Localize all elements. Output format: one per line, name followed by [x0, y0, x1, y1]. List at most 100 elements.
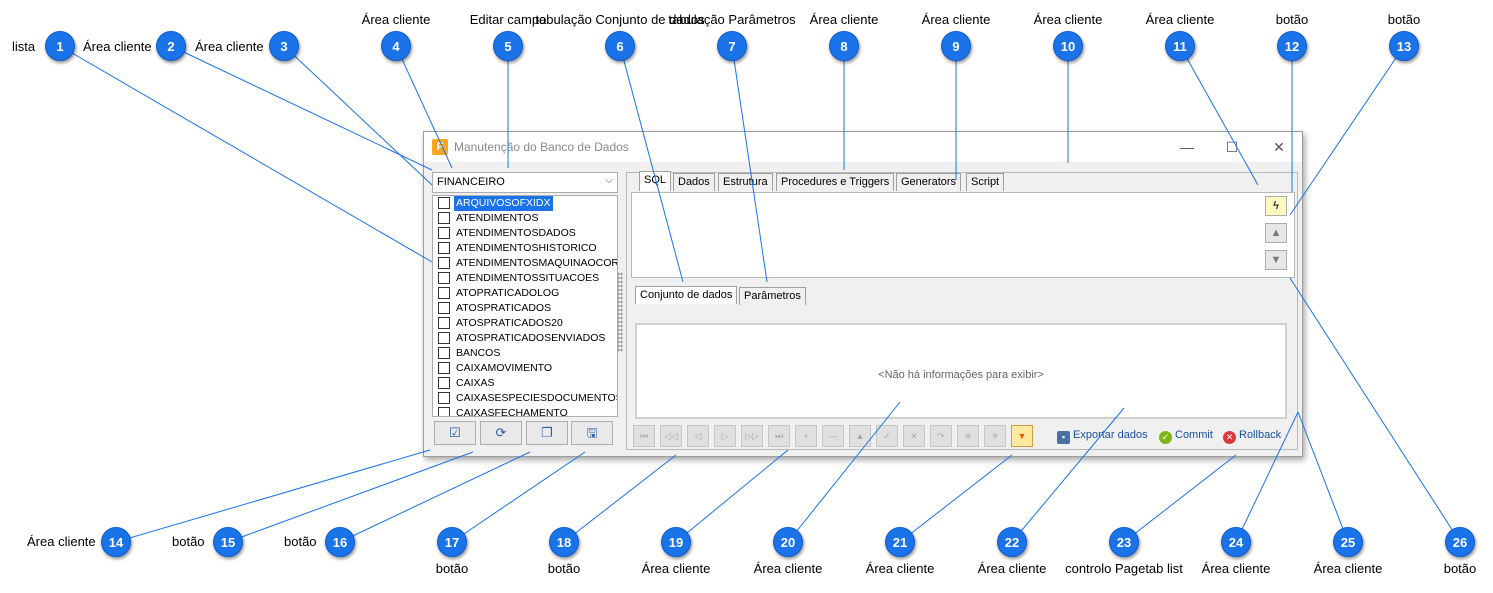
checkbox[interactable] [438, 347, 450, 359]
close-button[interactable]: ✕ [1264, 136, 1294, 158]
nav-edit-button[interactable]: ▲ [849, 425, 871, 447]
callout-label: tabulação Parâmetros [668, 12, 796, 27]
nav-insert-button[interactable]: + [795, 425, 817, 447]
export-data-button[interactable]: ▪ Exportar dados [1057, 429, 1148, 444]
checkbox[interactable] [438, 302, 450, 314]
callout-badge: 2 [156, 31, 186, 61]
nav-next-page-button[interactable]: ▷▷ [741, 425, 763, 447]
tab-script[interactable]: Script [966, 173, 1005, 191]
table-list-item[interactable]: ATENDIMENTOSHISTORICO [433, 241, 617, 256]
checkbox[interactable] [438, 257, 450, 269]
table-list-item[interactable]: CAIXAS [433, 376, 617, 391]
nav-prior-page-button[interactable]: ◁◁ [660, 425, 682, 447]
refresh-icon: ⟳ [495, 425, 507, 440]
callout-badge: 19 [661, 527, 691, 557]
callout-label: botão [284, 534, 317, 549]
callout-badge: 13 [1389, 31, 1419, 61]
nav-apply-updates-button[interactable]: ✳ [957, 425, 979, 447]
callout-line [283, 45, 433, 186]
table-list-item[interactable]: CAIXASFECHAMENTO [433, 406, 617, 416]
tab-parametros[interactable]: Parâmetros [739, 287, 806, 305]
save-icon: ▪ [1057, 431, 1070, 444]
table-list-item[interactable]: ARQUIVOSOFXIDX [433, 196, 617, 211]
copy-button[interactable]: ❐ [526, 421, 568, 445]
app-logo-icon: F [432, 139, 448, 155]
table-list-item[interactable]: ATENDIMENTOSSITUACOES [433, 271, 617, 286]
refresh-button[interactable]: ⟳ [480, 421, 522, 445]
table-list-item[interactable]: ATOPRATICADOLOG [433, 286, 617, 301]
database-combo[interactable]: FINANCEIRO ⌵ [432, 172, 618, 193]
callout-badge: 1 [45, 31, 75, 61]
checkbox[interactable] [438, 197, 450, 209]
table-name: ATOSPRATICADOSENVIADOS [456, 332, 606, 344]
export-data-label: Exportar dados [1073, 429, 1148, 441]
nav-refresh-button[interactable]: ↷ [930, 425, 952, 447]
checkbox[interactable] [438, 212, 450, 224]
chevron-down-icon[interactable]: ⌵ [605, 175, 613, 186]
commit-button[interactable]: ✓ Commit [1159, 429, 1213, 444]
nav-prior-button[interactable]: ◁ [687, 425, 709, 447]
tab-conjunto-de-dados[interactable]: Conjunto de dados [635, 286, 738, 304]
checkbox[interactable] [438, 227, 450, 239]
callout-label: botão [172, 534, 205, 549]
up-button[interactable]: ▲ [1265, 223, 1287, 243]
checkbox[interactable] [438, 362, 450, 374]
table-name: ATENDIMENTOS [456, 212, 539, 224]
check-all-button[interactable]: ☑ [434, 421, 476, 445]
callout-line [899, 454, 1013, 543]
callout-label: Área cliente [361, 12, 431, 27]
tab-generators[interactable]: Generators [896, 173, 962, 191]
checkbox[interactable] [438, 392, 450, 404]
table-list-item[interactable]: CAIXAMOVIMENTO [433, 361, 617, 376]
callout-label: Área cliente [1033, 12, 1103, 27]
nav-filter-button[interactable]: ▼ [1011, 425, 1033, 447]
table-list-item[interactable]: ATOSPRATICADOSENVIADOS [433, 331, 617, 346]
execute-button[interactable]: ϟ [1265, 196, 1287, 216]
sql-editor[interactable] [631, 192, 1295, 278]
window-title: Manutenção do Banco de Dados [454, 140, 629, 154]
callout-label: botão [1443, 561, 1477, 576]
tab-estrutura[interactable]: Estrutura [718, 173, 773, 191]
checkbox[interactable] [438, 332, 450, 344]
data-grid[interactable]: <Não há informações para exibir> [635, 323, 1287, 419]
table-list-item[interactable]: ATENDIMENTOSMAQUINAOCORR [433, 256, 617, 271]
nav-post-button[interactable]: ✓ [876, 425, 898, 447]
callout-label: lista [12, 39, 36, 54]
tab-procedures-e-triggers[interactable]: Procedures e Triggers [776, 173, 895, 191]
table-name: CAIXAMOVIMENTO [456, 362, 553, 374]
checkbox[interactable] [438, 317, 450, 329]
tab-dados[interactable]: Dados [673, 173, 715, 191]
table-name: CAIXASESPECIESDOCUMENTOS [456, 392, 618, 404]
nav-next-button[interactable]: ▷ [714, 425, 736, 447]
table-list-item[interactable]: BANCOS [433, 346, 617, 361]
down-button[interactable]: ▼ [1265, 250, 1287, 270]
save-button[interactable]: 🖫 [571, 421, 613, 445]
checkbox[interactable] [438, 272, 450, 284]
nav-cancel-updates-button[interactable]: ✳ [984, 425, 1006, 447]
nav-delete-button[interactable]: — [822, 425, 844, 447]
table-name: BANCOS [456, 347, 501, 359]
nav-last-button[interactable]: ⏭ [768, 425, 790, 447]
checkbox[interactable] [438, 377, 450, 389]
nav-first-button[interactable]: ⏮ [633, 425, 655, 447]
splitter-handle[interactable] [617, 272, 623, 352]
nav-cancel-button[interactable]: ✕ [903, 425, 925, 447]
table-list-item[interactable]: ATENDIMENTOS [433, 211, 617, 226]
table-checklist[interactable]: ARQUIVOSOFXIDX ATENDIMENTOS ATENDIMENTOSDA… [432, 195, 618, 417]
callout-label: Área cliente [1201, 561, 1271, 576]
callout-line [1289, 45, 1405, 216]
minimize-button[interactable]: — [1172, 136, 1202, 158]
callout-label: Área cliente [921, 12, 991, 27]
table-list-item[interactable]: ATOSPRATICADOS [433, 301, 617, 316]
tab-sql[interactable]: SQL [639, 171, 672, 191]
table-list-item[interactable]: ATOSPRATICADOS20 [433, 316, 617, 331]
callout-line [339, 451, 531, 543]
checkbox[interactable] [438, 242, 450, 254]
callout-badge: 20 [773, 527, 803, 557]
rollback-button[interactable]: ✕ Rollback [1223, 429, 1281, 444]
maximize-button[interactable]: ☐ [1217, 136, 1247, 158]
table-list-item[interactable]: CAIXASESPECIESDOCUMENTOS [433, 391, 617, 406]
table-list-item[interactable]: ATENDIMENTOSDADOS [433, 226, 617, 241]
checkbox[interactable] [438, 287, 450, 299]
checkbox[interactable] [438, 407, 450, 416]
